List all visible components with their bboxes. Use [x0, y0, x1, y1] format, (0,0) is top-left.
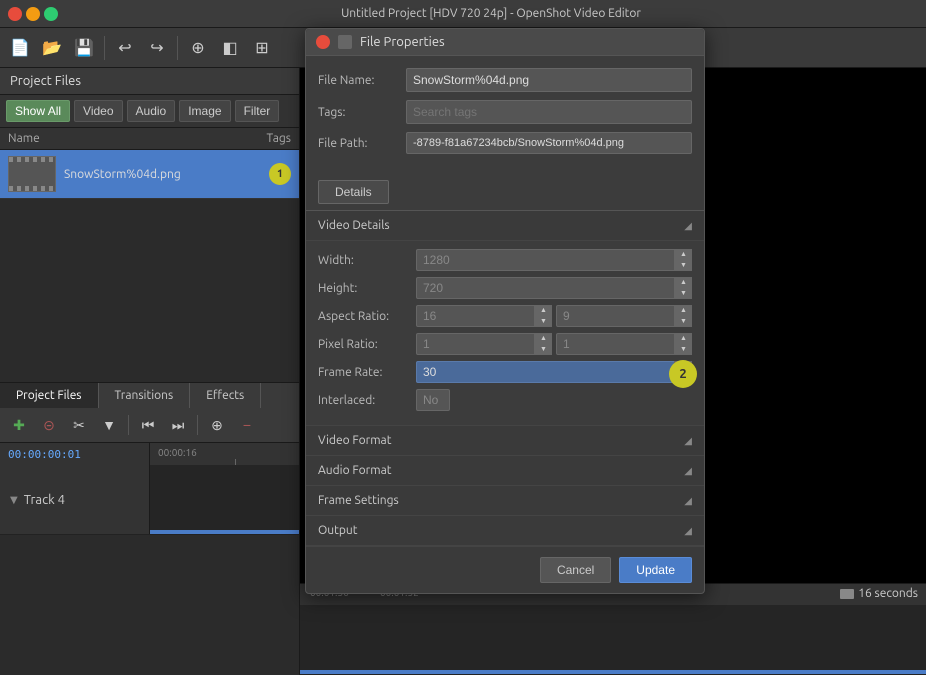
- aspect-w-spinbox: ▲ ▼: [534, 305, 552, 327]
- frame-rate-input[interactable]: [416, 361, 692, 383]
- dialog-footer: Cancel Update: [306, 546, 704, 593]
- aspect-h-spin-up[interactable]: ▲: [675, 305, 692, 316]
- height-spin-up[interactable]: ▲: [675, 277, 692, 288]
- frame-settings-arrow-icon: ◢: [684, 495, 692, 507]
- pixel-h-spin-down[interactable]: ▼: [675, 344, 692, 355]
- width-label: Width:: [318, 254, 408, 267]
- video-details-arrow-icon: ◢: [684, 220, 692, 232]
- width-spin-up[interactable]: ▲: [675, 249, 692, 260]
- filename-label: File Name:: [318, 74, 398, 87]
- video-format-label: Video Format: [318, 434, 684, 447]
- file-properties-dialog: File Properties File Name: Tags: File Pa…: [305, 28, 705, 594]
- frame-rate-input-wrap: ▲ ▼ 2: [416, 361, 692, 383]
- aspect-w-spin-up[interactable]: ▲: [535, 305, 552, 316]
- height-label: Height:: [318, 282, 408, 295]
- aspect-ratio-label: Aspect Ratio:: [318, 310, 408, 323]
- width-input-wrap: ▲ ▼: [416, 249, 692, 271]
- details-tab-bar: Details: [306, 174, 704, 211]
- interlaced-field: Interlaced: No Yes: [318, 389, 692, 411]
- frame-rate-label: Frame Rate:: [318, 366, 408, 379]
- pixel-ratio-w-wrap: ▲ ▼: [416, 333, 552, 355]
- aspect-ratio-h-input[interactable]: [556, 305, 692, 327]
- aspect-w-spin-down[interactable]: ▼: [535, 316, 552, 327]
- output-label: Output: [318, 524, 684, 537]
- width-field: Width: ▲ ▼: [318, 249, 692, 271]
- aspect-h-spin-down[interactable]: ▼: [675, 316, 692, 327]
- frame-settings-section-header[interactable]: Frame Settings ◢: [306, 486, 704, 516]
- pixel-h-spin-up[interactable]: ▲: [675, 333, 692, 344]
- aspect-ratio-field: Aspect Ratio: ▲ ▼ ▲ ▼: [318, 305, 692, 327]
- aspect-h-spinbox: ▲ ▼: [674, 305, 692, 327]
- dialog-overlay: File Properties File Name: Tags: File Pa…: [0, 0, 926, 675]
- pixel-w-spin-down[interactable]: ▼: [535, 344, 552, 355]
- details-tab-button[interactable]: Details: [318, 180, 389, 204]
- audio-format-section-header[interactable]: Audio Format ◢: [306, 456, 704, 486]
- filename-field: File Name:: [318, 68, 692, 92]
- width-spinbox: ▲ ▼: [674, 249, 692, 271]
- update-button[interactable]: Update: [619, 557, 692, 583]
- pixel-h-spinbox: ▲ ▼: [674, 333, 692, 355]
- output-arrow-icon: ◢: [684, 525, 692, 537]
- filepath-input[interactable]: [406, 132, 692, 154]
- pixel-ratio-label: Pixel Ratio:: [318, 338, 408, 351]
- video-format-section-header[interactable]: Video Format ◢: [306, 426, 704, 456]
- output-section-header[interactable]: Output ◢: [306, 516, 704, 546]
- width-input[interactable]: [416, 249, 692, 271]
- height-input-wrap: ▲ ▼: [416, 277, 692, 299]
- frame-rate-field: Frame Rate: ▲ ▼ 2: [318, 361, 692, 383]
- tags-label: Tags:: [318, 106, 398, 119]
- pixel-w-spin-up[interactable]: ▲: [535, 333, 552, 344]
- interlaced-select-wrap: No Yes: [416, 389, 692, 411]
- dialog-title-bar: File Properties: [306, 29, 704, 56]
- aspect-ratio-w-wrap: ▲ ▼: [416, 305, 552, 327]
- video-details-section-header[interactable]: Video Details ◢: [306, 211, 704, 241]
- height-input[interactable]: [416, 277, 692, 299]
- height-spin-down[interactable]: ▼: [675, 288, 692, 299]
- aspect-ratio-h-wrap: ▲ ▼: [556, 305, 692, 327]
- aspect-ratio-pair: ▲ ▼ ▲ ▼: [416, 305, 692, 327]
- height-field: Height: ▲ ▼: [318, 277, 692, 299]
- pixel-w-spinbox: ▲ ▼: [534, 333, 552, 355]
- tags-input[interactable]: [406, 100, 692, 124]
- interlaced-select[interactable]: No Yes: [416, 389, 450, 411]
- filepath-label: File Path:: [318, 137, 398, 150]
- video-details-label: Video Details: [318, 219, 684, 232]
- video-format-arrow-icon: ◢: [684, 435, 692, 447]
- badge-2: 2: [669, 360, 697, 388]
- dialog-icon: [338, 35, 352, 49]
- width-spin-down[interactable]: ▼: [675, 260, 692, 271]
- pixel-ratio-h-wrap: ▲ ▼: [556, 333, 692, 355]
- filename-input[interactable]: [406, 68, 692, 92]
- dialog-title: File Properties: [360, 35, 445, 49]
- cancel-button[interactable]: Cancel: [540, 557, 611, 583]
- dialog-body: File Name: Tags: File Path:: [306, 56, 704, 174]
- audio-format-arrow-icon: ◢: [684, 465, 692, 477]
- audio-format-label: Audio Format: [318, 464, 684, 477]
- filepath-field: File Path:: [318, 132, 692, 154]
- height-spinbox: ▲ ▼: [674, 277, 692, 299]
- pixel-ratio-field: Pixel Ratio: ▲ ▼ ▲ ▼: [318, 333, 692, 355]
- tags-field: Tags:: [318, 100, 692, 124]
- dialog-close-button[interactable]: [316, 35, 330, 49]
- aspect-ratio-w-input[interactable]: [416, 305, 552, 327]
- interlaced-label: Interlaced:: [318, 394, 408, 407]
- pixel-ratio-w-input[interactable]: [416, 333, 552, 355]
- pixel-ratio-pair: ▲ ▼ ▲ ▼: [416, 333, 692, 355]
- video-details-section: Width: ▲ ▼ Height: ▲ ▼: [306, 241, 704, 426]
- frame-settings-label: Frame Settings: [318, 494, 684, 507]
- pixel-ratio-h-input[interactable]: [556, 333, 692, 355]
